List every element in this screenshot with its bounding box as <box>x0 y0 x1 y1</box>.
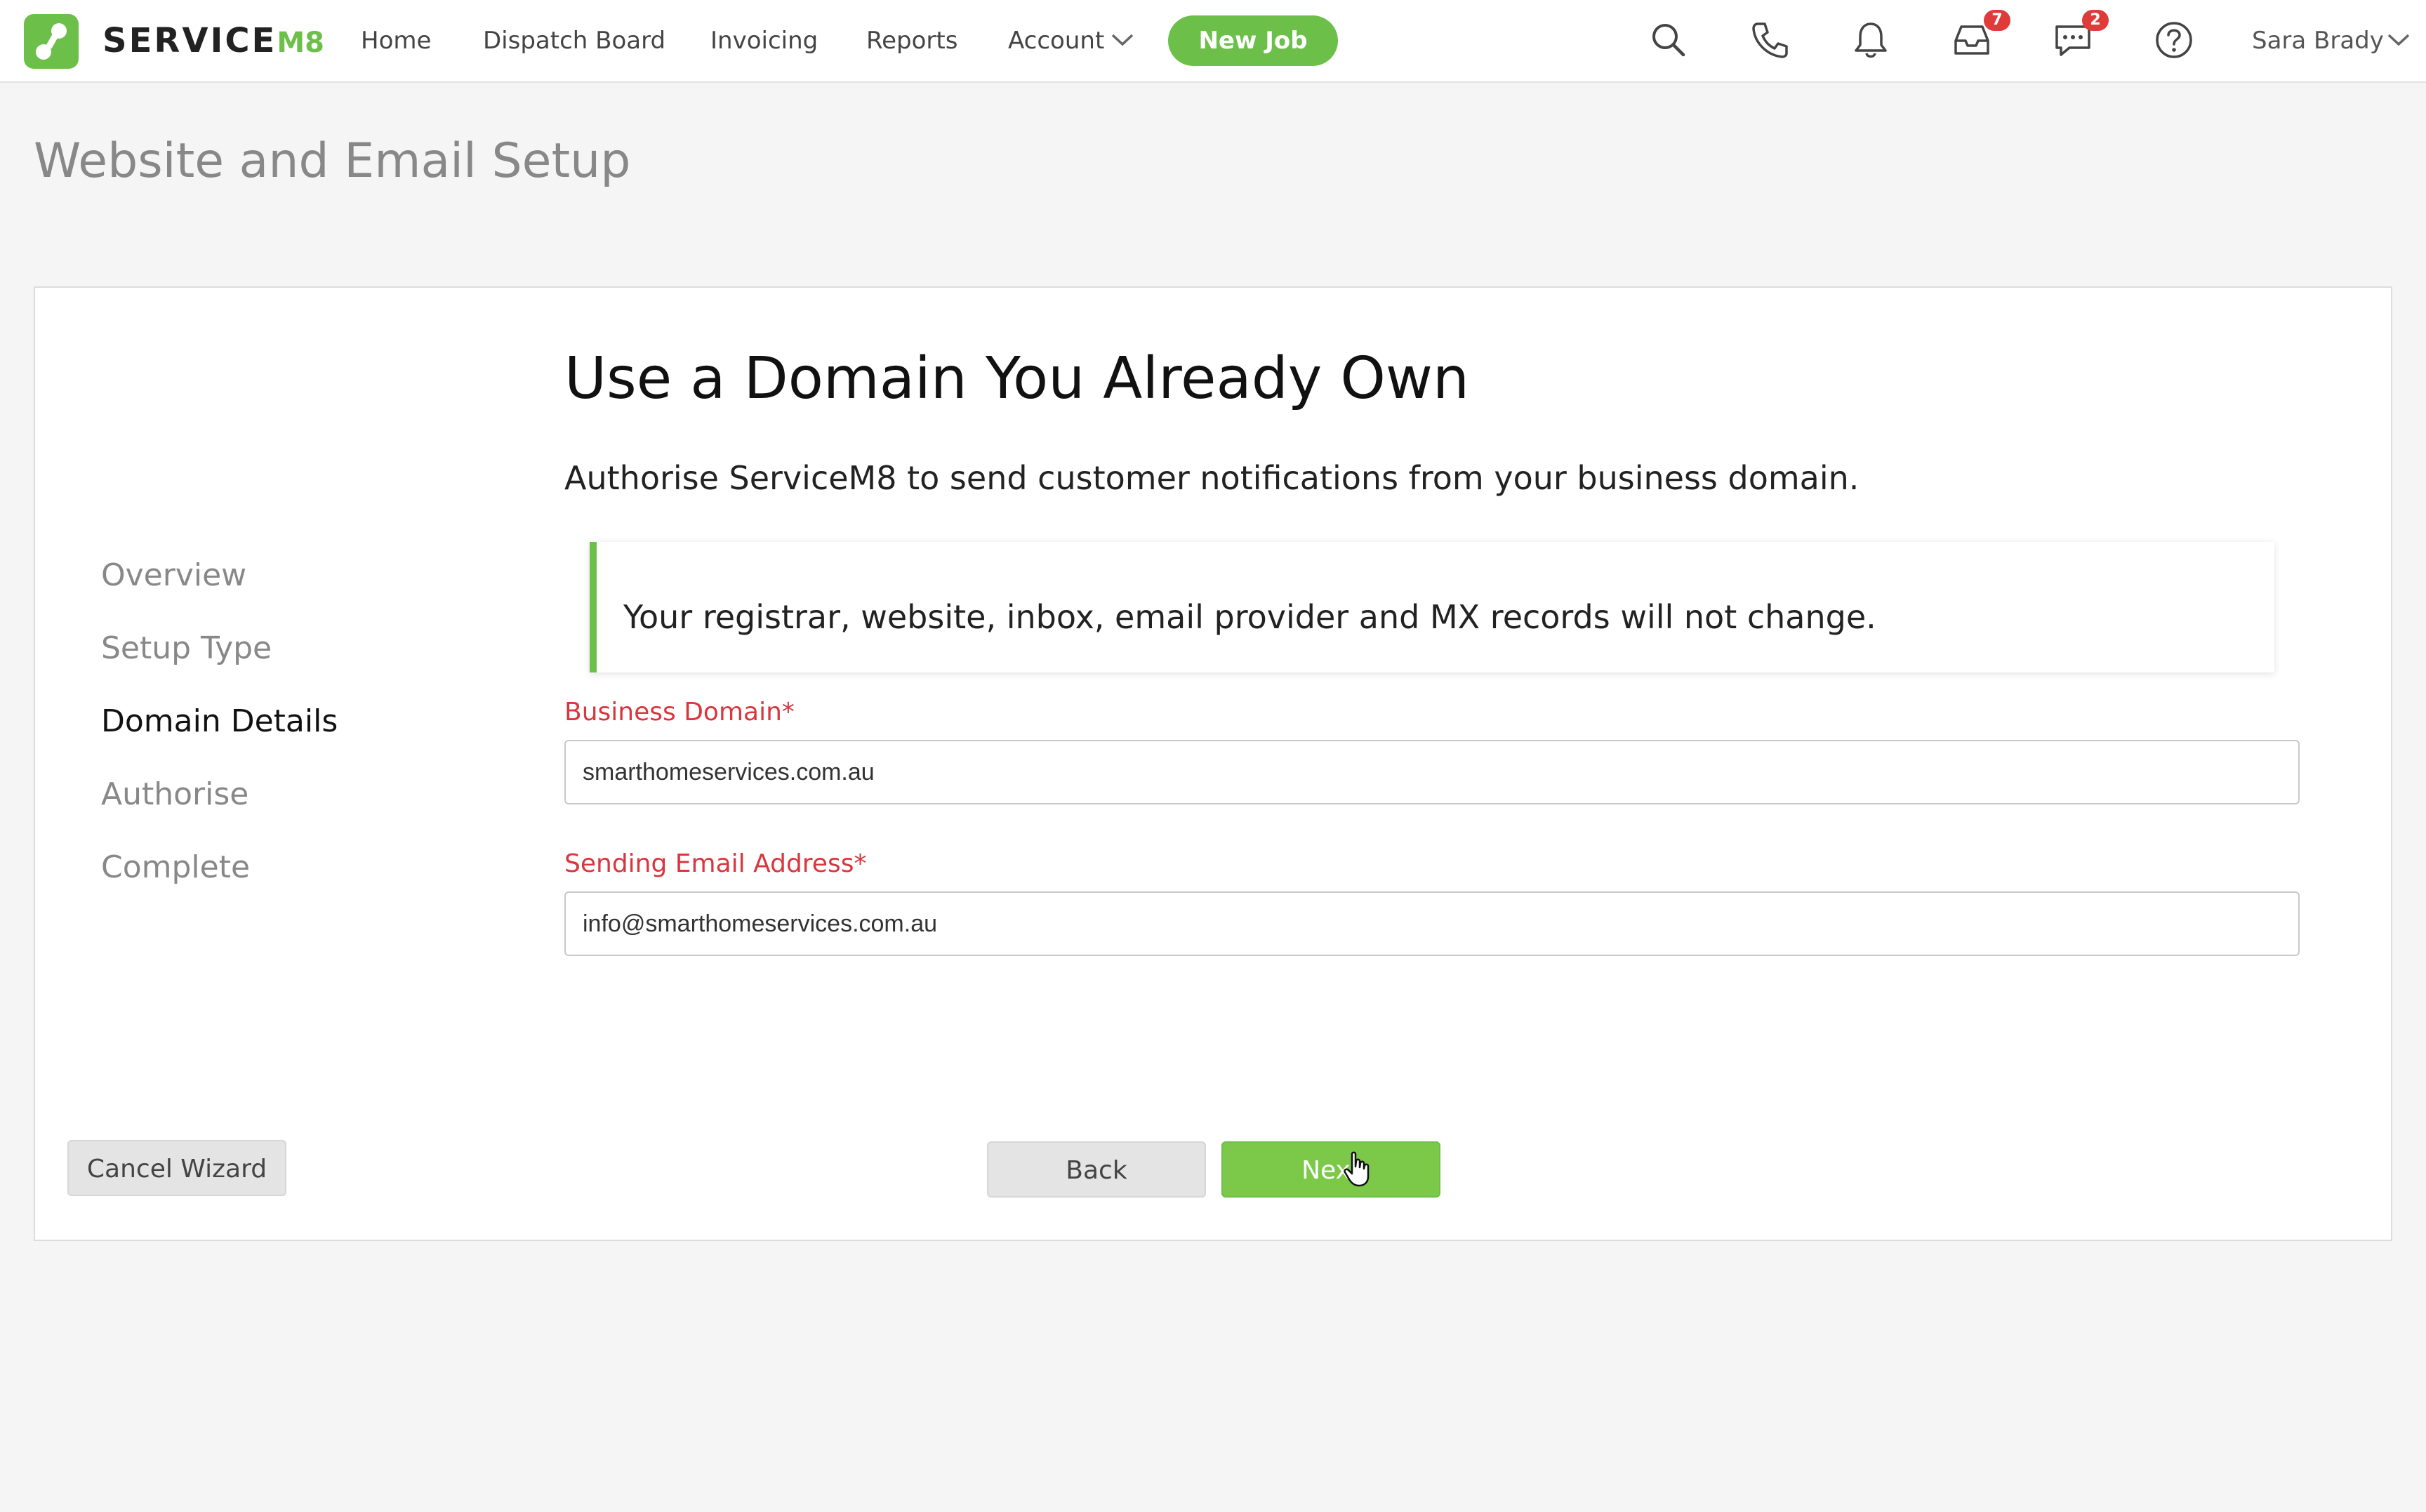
wizard-subtext: Authorise ServiceM8 to send customer not… <box>564 459 1860 497</box>
sending-email-label: Sending Email Address* <box>564 849 867 878</box>
wizard-heading: Use a Domain You Already Own <box>564 345 1469 412</box>
step-domain-details: Domain Details <box>101 703 338 739</box>
top-navigation-bar: SERVICEM8 Home Dispatch Board Invoicing … <box>0 0 2426 83</box>
user-menu-name[interactable]: Sara Brady <box>2252 20 2384 62</box>
new-job-button[interactable]: New Job <box>1168 15 1338 66</box>
bell-icon[interactable] <box>1849 18 1893 62</box>
step-authorise: Authorise <box>101 776 249 812</box>
messages-count-badge: 2 <box>2082 10 2109 31</box>
nav-reports[interactable]: Reports <box>866 20 957 62</box>
business-domain-input[interactable]: smarthomeservices.com.au <box>564 740 2300 804</box>
next-button[interactable]: Next <box>1221 1141 1440 1198</box>
brand-suffix: M8 <box>277 27 324 59</box>
phone-icon[interactable] <box>1748 18 1791 62</box>
help-icon[interactable] <box>2152 18 2196 62</box>
search-icon[interactable] <box>1647 18 1690 62</box>
page-title: Website and Email Setup <box>34 133 631 189</box>
nav-dispatch-board[interactable]: Dispatch Board <box>483 20 665 62</box>
brand-name: SERVICE <box>102 21 277 60</box>
step-setup-type: Setup Type <box>101 630 272 666</box>
info-callout-text: Your registrar, website, inbox, email pr… <box>623 598 1876 636</box>
step-complete: Complete <box>101 849 251 885</box>
nav-invoicing[interactable]: Invoicing <box>710 20 818 62</box>
servicem8-logo-icon[interactable] <box>24 14 79 69</box>
inbox-count-badge: 7 <box>1984 10 2010 31</box>
brand-logo-text[interactable]: SERVICEM8 <box>102 20 324 62</box>
user-menu-chevron-down-icon[interactable] <box>2387 32 2411 48</box>
sending-email-input[interactable]: info@smarthomeservices.com.au <box>564 891 2300 956</box>
nav-home[interactable]: Home <box>361 20 431 62</box>
nav-account[interactable]: Account <box>1008 20 1104 62</box>
hand-pointer-cursor-icon <box>1344 1151 1370 1187</box>
back-button[interactable]: Back <box>987 1141 1206 1198</box>
business-domain-label: Business Domain* <box>564 698 795 727</box>
info-callout: Your registrar, website, inbox, email pr… <box>590 542 2274 672</box>
step-overview: Overview <box>101 557 247 593</box>
wizard-card: Overview Setup Type Domain Details Autho… <box>34 286 2392 1241</box>
cancel-wizard-button[interactable]: Cancel Wizard <box>67 1140 286 1196</box>
account-chevron-down-icon[interactable] <box>1111 32 1134 48</box>
